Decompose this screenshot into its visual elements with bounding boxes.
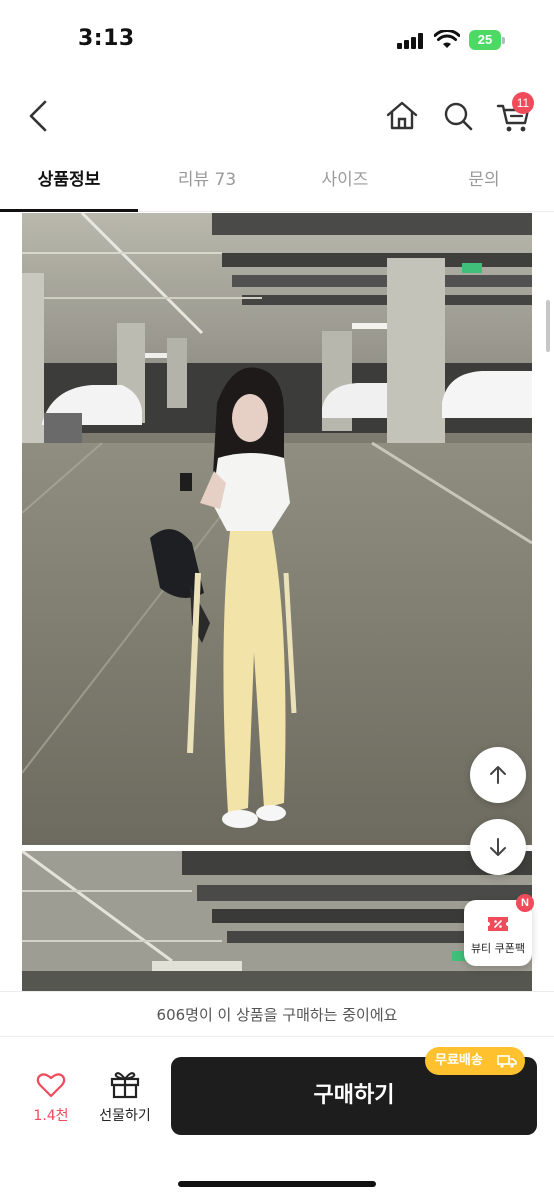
free-shipping-label: 무료배송 (435, 1053, 483, 1068)
product-tabs: 상품정보 리뷰 73 사이즈 문의 (0, 152, 554, 212)
search-button[interactable] (436, 94, 480, 138)
battery-level: 25 (469, 30, 501, 50)
home-icon (386, 101, 418, 130)
like-button[interactable]: 1.4천 (20, 1067, 82, 1137)
free-shipping-badge: 무료배송 (425, 1047, 525, 1075)
chevron-left-icon (29, 100, 47, 132)
status-bar: 3:13 25 (0, 0, 554, 80)
scroll-up-button[interactable] (470, 747, 526, 803)
bottom-action-bar: 1.4천 선물하기 구매하기 무료배송 (0, 1037, 554, 1200)
gift-button[interactable]: 선물하기 (90, 1067, 160, 1137)
arrow-up-icon (490, 766, 506, 784)
cellular-signal-icon (397, 33, 425, 49)
tab-size[interactable]: 사이즈 (276, 152, 414, 212)
cart-count-badge: 11 (512, 92, 534, 114)
arrow-down-icon (490, 838, 506, 856)
product-photo[interactable] (22, 851, 532, 991)
cart-button[interactable]: 11 (492, 92, 536, 138)
status-time: 3:13 (78, 26, 135, 51)
tab-product-info[interactable]: 상품정보 (0, 152, 138, 212)
battery-icon: 25 (469, 30, 505, 50)
like-count: 1.4천 (33, 1108, 69, 1124)
buyers-count-banner: 606명이 이 상품을 구매하는 중이에요 (0, 991, 554, 1037)
product-photo[interactable] (22, 213, 532, 845)
scroll-down-button[interactable] (470, 819, 526, 875)
wifi-icon (434, 30, 460, 48)
coupon-icon (488, 917, 508, 931)
tab-reviews[interactable]: 리뷰 73 (138, 152, 276, 212)
home-indicator[interactable] (178, 1181, 376, 1187)
back-button[interactable] (18, 94, 62, 138)
coupon-label: 뷰티 쿠폰팩 (470, 942, 526, 955)
search-icon (444, 102, 473, 131)
truck-icon (497, 1055, 517, 1068)
scrollbar[interactable] (546, 300, 550, 352)
tab-inquiry[interactable]: 문의 (414, 152, 554, 212)
active-tab-indicator (0, 209, 138, 212)
new-badge: N (516, 894, 534, 912)
heart-icon (36, 1073, 66, 1098)
home-button[interactable] (380, 94, 424, 138)
gift-icon (110, 1072, 140, 1099)
top-nav-bar: 11 (0, 80, 554, 152)
gift-label: 선물하기 (99, 1108, 151, 1124)
beauty-coupon-pack-button[interactable]: 뷰티 쿠폰팩 N (464, 894, 534, 966)
